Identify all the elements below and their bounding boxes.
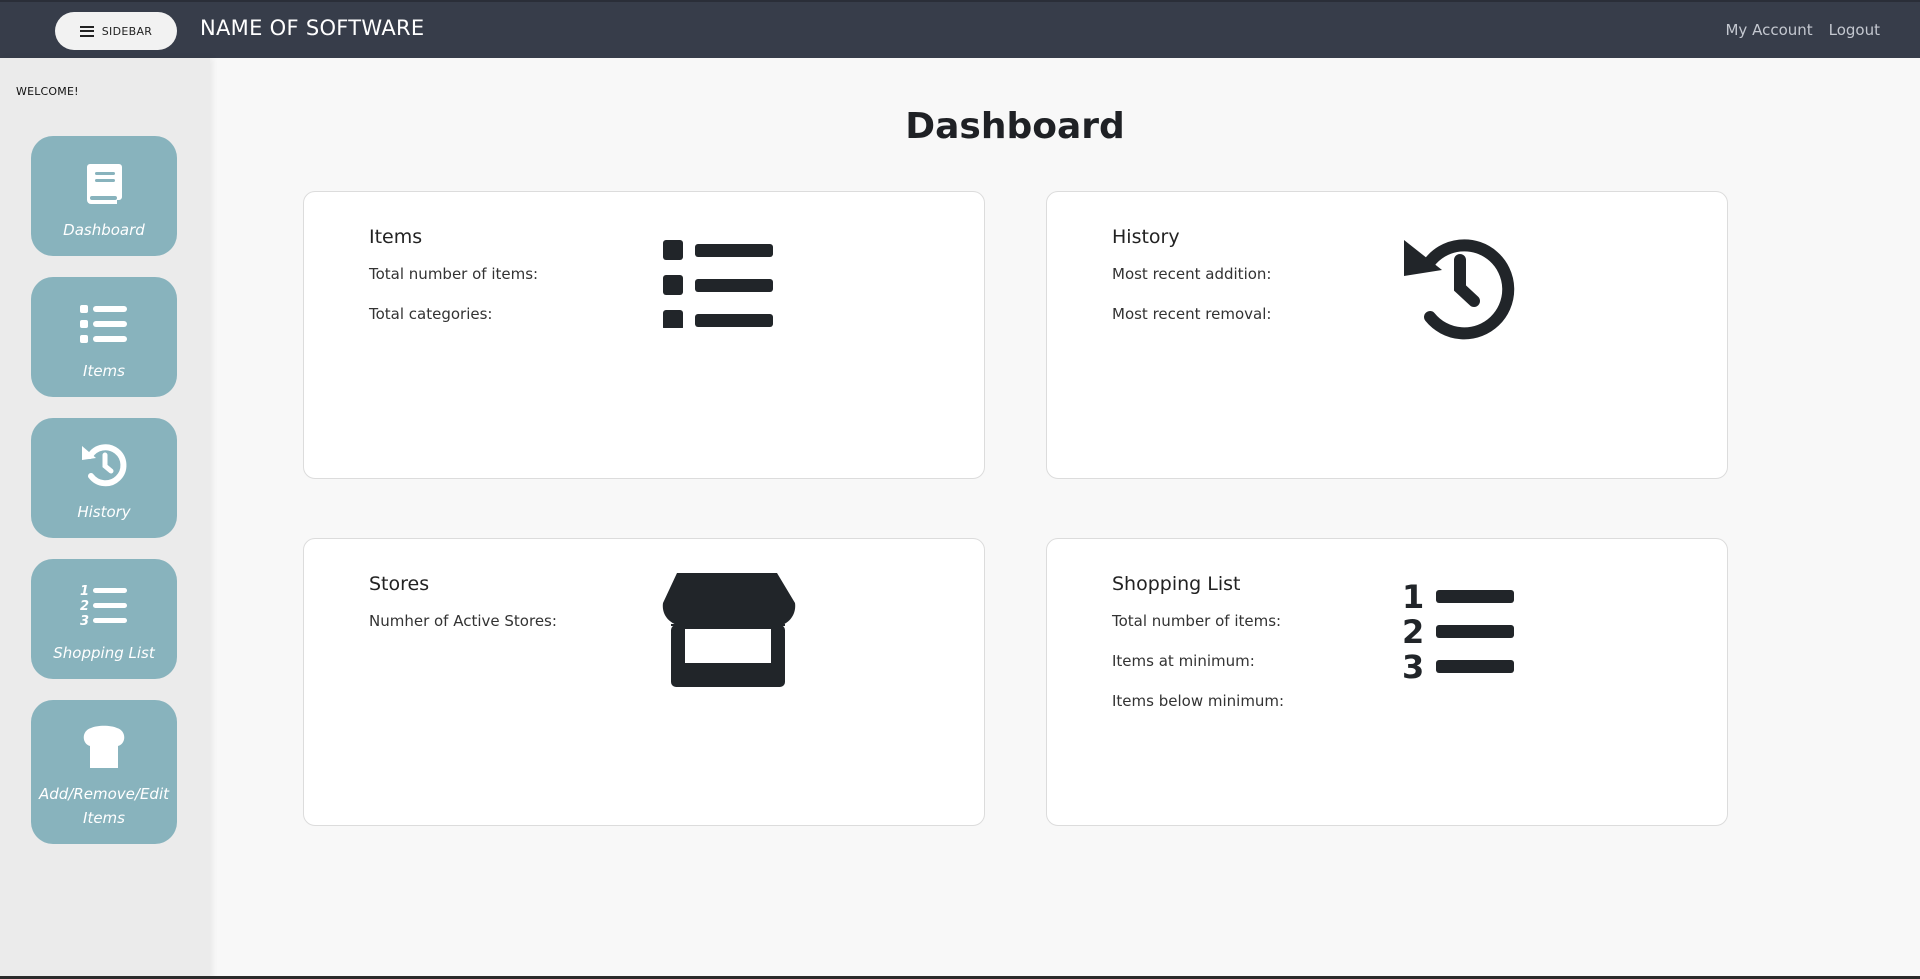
- card-title: History: [1112, 226, 1180, 248]
- card-line: Total categories:: [369, 305, 493, 323]
- card-title: Stores: [369, 573, 430, 595]
- bread-icon: [83, 725, 125, 768]
- my-account-link[interactable]: My Account: [1725, 21, 1812, 39]
- book-icon: [87, 164, 122, 204]
- sidebar-item-label: Items: [83, 362, 125, 380]
- list-icon: [80, 305, 127, 343]
- top-navbar: SIDEBAR NAME OF SOFTWARE My Account Logo…: [0, 0, 1920, 58]
- sidebar-toggle-button[interactable]: SIDEBAR: [55, 12, 177, 50]
- svg-text:2: 2: [80, 599, 89, 614]
- svg-text:1: 1: [80, 584, 89, 599]
- svg-text:1: 1: [1402, 579, 1424, 616]
- card-line: Total number of items:: [1112, 612, 1282, 630]
- card-line: Most recent removal:: [1112, 305, 1272, 323]
- sidebar-item-history[interactable]: History: [31, 418, 177, 538]
- history-card[interactable]: History Most recent addition: Most recen…: [1046, 191, 1728, 479]
- welcome-text: WELCOME!: [16, 85, 79, 98]
- sidebar-item-label: Add/Remove/Edit Items: [39, 785, 170, 827]
- card-title: Shopping List: [1112, 573, 1241, 595]
- svg-text:3: 3: [80, 614, 89, 629]
- page-title: Dashboard: [905, 106, 1125, 147]
- sidebar-item-dashboard[interactable]: Dashboard: [31, 136, 177, 256]
- sidebar-item-shopping-list[interactable]: 1 2 3 Shopping List: [31, 559, 177, 679]
- card-line: Most recent addition:: [1112, 265, 1272, 283]
- sidebar: WELCOME! Dashboard Items History 1 2 3 S…: [0, 58, 210, 979]
- numbered-list-icon: 1 2 3: [1402, 579, 1514, 683]
- list-icon-detail: [663, 240, 773, 328]
- card-line: Numher of Active Stores:: [369, 612, 557, 630]
- sidebar-toggle-label: SIDEBAR: [101, 24, 153, 38]
- sidebar-item-label: Dashboard: [63, 221, 145, 239]
- card-line: Total number of items:: [369, 265, 539, 283]
- numbered-list-icon: 1 2 3: [80, 584, 127, 629]
- sidebar-item-items[interactable]: Items: [31, 277, 177, 397]
- history-icon: [82, 444, 127, 487]
- card-line: Items below minimum:: [1112, 692, 1285, 710]
- store-icon: [662, 573, 796, 687]
- history-icon: [1404, 239, 1515, 340]
- sidebar-item-label: Shopping List: [53, 644, 155, 662]
- nav-links: My Account Logout: [1725, 21, 1880, 39]
- card-line: Items at minimum:: [1112, 652, 1255, 670]
- shopping-list-card[interactable]: Shopping List Total number of items: Ite…: [1046, 538, 1728, 826]
- svg-text:2: 2: [1402, 613, 1424, 651]
- brand-name[interactable]: NAME OF SOFTWARE: [200, 16, 424, 40]
- sidebar-item-add-remove-edit[interactable]: Add/Remove/Edit Items: [31, 700, 177, 844]
- items-card[interactable]: Items Total number of items: Total categ…: [303, 191, 985, 479]
- logout-link[interactable]: Logout: [1829, 21, 1880, 39]
- stores-card[interactable]: Stores Numher of Active Stores:: [303, 538, 985, 826]
- hamburger-icon: [79, 25, 94, 37]
- card-title: Items: [369, 226, 423, 248]
- svg-text:3: 3: [1402, 648, 1424, 683]
- sidebar-item-label: History: [77, 503, 131, 521]
